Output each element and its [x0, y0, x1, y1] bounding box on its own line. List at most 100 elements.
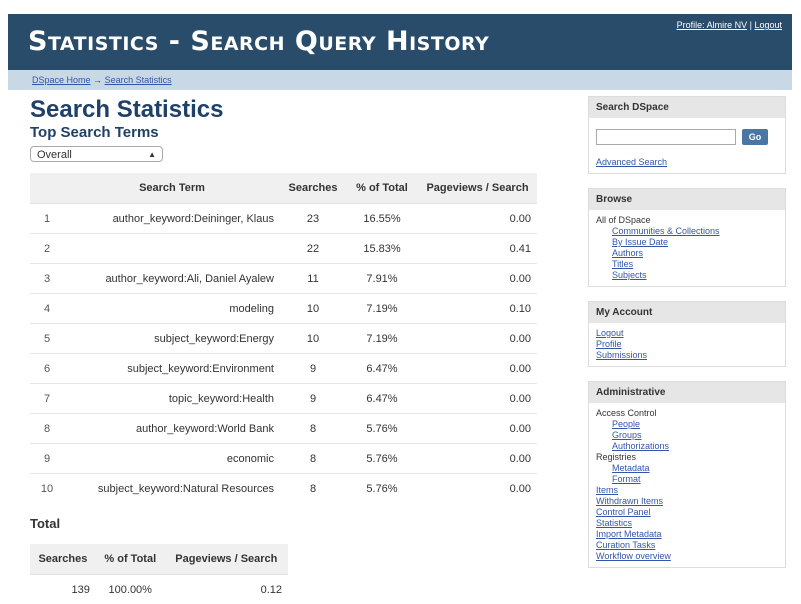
section-title: Top Search Terms: [30, 124, 545, 141]
row-searches: 10: [280, 324, 346, 354]
browse-link-4[interactable]: Subjects: [612, 270, 647, 280]
total-table: Searches % of Total Pageviews / Search 1…: [30, 544, 288, 604]
user-links-separator: |: [750, 20, 752, 30]
row-pageviews: 0.10: [418, 294, 537, 324]
user-links: Profile: Almire NV | Logout: [677, 20, 782, 30]
row-pageviews: 0.00: [418, 444, 537, 474]
access-control-link-2[interactable]: Authorizations: [612, 441, 669, 451]
row-search-term: economic: [64, 444, 280, 474]
account-box: My Account LogoutProfileSubmissions: [588, 301, 786, 367]
account-links: LogoutProfileSubmissions: [589, 323, 785, 366]
table-row: 10subject_keyword:Natural Resources85.76…: [30, 474, 537, 504]
browse-box: Browse All of DSpace Communities & Colle…: [588, 188, 786, 287]
admin-link-0[interactable]: Items: [596, 485, 618, 495]
row-pageviews: 0.00: [418, 204, 537, 234]
admin-link-1[interactable]: Withdrawn Items: [596, 496, 663, 506]
row-index: 7: [30, 384, 64, 414]
table-row: 3author_keyword:Ali, Daniel Ayalew117.91…: [30, 264, 537, 294]
search-box-title: Search DSpace: [589, 97, 785, 118]
row-pct: 5.76%: [346, 444, 418, 474]
total-column-pageviews: Pageviews / Search: [165, 544, 288, 575]
row-searches: 9: [280, 384, 346, 414]
admin-link-2[interactable]: Control Panel: [596, 507, 651, 517]
logout-link[interactable]: Logout: [754, 20, 782, 30]
admin-box-title: Administrative: [589, 382, 785, 403]
row-search-term: author_keyword:Ali, Daniel Ayalew: [64, 264, 280, 294]
row-pageviews: 0.00: [418, 474, 537, 504]
registry-link-0[interactable]: Metadata: [612, 463, 650, 473]
row-pct: 7.91%: [346, 264, 418, 294]
row-pageviews: 0.00: [418, 354, 537, 384]
registry-link-1[interactable]: Format: [612, 474, 641, 484]
column-header-pct: % of Total: [346, 173, 418, 204]
table-row: 1author_keyword:Deininger, Klaus2316.55%…: [30, 204, 537, 234]
admin-link-4[interactable]: Import Metadata: [596, 529, 662, 539]
column-header-index: [30, 173, 64, 204]
account-link-1[interactable]: Profile: [596, 339, 622, 349]
admin-link-6[interactable]: Workflow overview: [596, 551, 671, 561]
registries-label: Registries: [596, 452, 778, 463]
access-control-label: Access Control: [596, 408, 778, 419]
advanced-search-link[interactable]: Advanced Search: [596, 157, 667, 167]
row-index: 10: [30, 474, 64, 504]
breadcrumb-arrow: →: [93, 75, 102, 85]
period-select[interactable]: Overall ▲: [30, 146, 163, 162]
row-searches: 8: [280, 414, 346, 444]
row-index: 5: [30, 324, 64, 354]
breadcrumb-home[interactable]: DSpace Home: [32, 75, 91, 85]
sidebar: Search DSpace Go Advanced Search Browse …: [588, 96, 786, 582]
browse-link-2[interactable]: Authors: [612, 248, 643, 258]
row-pageviews: 0.00: [418, 324, 537, 354]
row-pct: 15.83%: [346, 234, 418, 264]
table-row: 6subject_keyword:Environment96.47%0.00: [30, 354, 537, 384]
total-heading: Total: [30, 516, 60, 531]
go-button[interactable]: Go: [742, 129, 768, 145]
table-row: 7topic_keyword:Health96.47%0.00: [30, 384, 537, 414]
row-pct: 6.47%: [346, 354, 418, 384]
row-search-term: subject_keyword:Energy: [64, 324, 280, 354]
access-control-link-1[interactable]: Groups: [612, 430, 642, 440]
row-index: 1: [30, 204, 64, 234]
row-search-term: modeling: [64, 294, 280, 324]
row-index: 8: [30, 414, 64, 444]
column-header-pageviews: Pageviews / Search: [418, 173, 537, 204]
access-control-link-0[interactable]: People: [612, 419, 640, 429]
browse-box-title: Browse: [589, 189, 785, 210]
page-header-title: Statistics - Search Query History: [28, 26, 489, 57]
total-row: 139 100.00% 0.12: [30, 575, 288, 604]
total-pageviews: 0.12: [165, 575, 288, 604]
breadcrumb: DSpace Home → Search Statistics: [8, 70, 792, 90]
account-link-2[interactable]: Submissions: [596, 350, 647, 360]
table-row: 9economic85.76%0.00: [30, 444, 537, 474]
total-header-row: Searches % of Total Pageviews / Search: [30, 544, 288, 575]
row-index: 3: [30, 264, 64, 294]
table-row: 5subject_keyword:Energy107.19%0.00: [30, 324, 537, 354]
row-pct: 5.76%: [346, 474, 418, 504]
row-searches: 9: [280, 354, 346, 384]
row-search-term: topic_keyword:Health: [64, 384, 280, 414]
browse-link-0[interactable]: Communities & Collections: [612, 226, 720, 236]
browse-link-3[interactable]: Titles: [612, 259, 633, 269]
browse-links: Communities & CollectionsBy Issue DateAu…: [596, 226, 778, 281]
admin-link-5[interactable]: Curation Tasks: [596, 540, 655, 550]
column-header-term: Search Term: [64, 173, 280, 204]
admin-link-3[interactable]: Statistics: [596, 518, 632, 528]
row-pageviews: 0.00: [418, 414, 537, 444]
search-box: Search DSpace Go Advanced Search: [588, 96, 786, 174]
row-search-term: [64, 234, 280, 264]
row-searches: 22: [280, 234, 346, 264]
total-column-searches: Searches: [30, 544, 96, 575]
row-index: 9: [30, 444, 64, 474]
page-title: Search Statistics: [30, 96, 545, 124]
row-search-term: subject_keyword:Natural Resources: [64, 474, 280, 504]
table-row: 4modeling107.19%0.10: [30, 294, 537, 324]
breadcrumb-current[interactable]: Search Statistics: [105, 75, 172, 85]
row-pct: 7.19%: [346, 294, 418, 324]
access-control-links: PeopleGroupsAuthorizations: [596, 419, 778, 452]
table-row: 22215.83%0.41: [30, 234, 537, 264]
browse-link-1[interactable]: By Issue Date: [612, 237, 668, 247]
row-searches: 23: [280, 204, 346, 234]
account-link-0[interactable]: Logout: [596, 328, 624, 338]
search-input[interactable]: [596, 129, 736, 145]
profile-link[interactable]: Profile: Almire NV: [677, 20, 748, 30]
